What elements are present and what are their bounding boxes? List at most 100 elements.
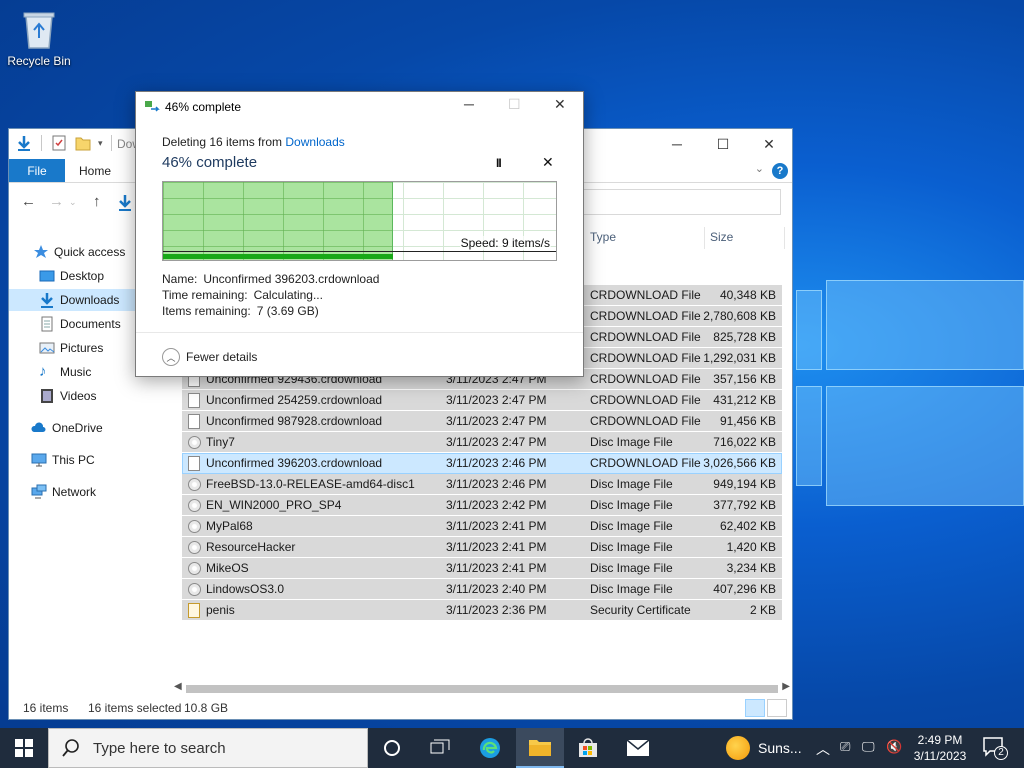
name-label: Name: — [162, 272, 198, 286]
disc-image-icon — [188, 541, 201, 554]
windows-logo-icon — [15, 739, 33, 757]
task-view-icon[interactable] — [416, 728, 464, 768]
file-date: 3/11/2023 2:40 PM — [446, 582, 547, 596]
large-icons-view-icon[interactable] — [767, 699, 787, 717]
close-button[interactable]: ✕ — [554, 96, 566, 113]
file-name: LindowsOS3.0 — [206, 582, 285, 596]
sidebar-item-videos[interactable]: Videos — [9, 385, 169, 407]
table-row[interactable]: MikeOS 3/11/2023 2:41 PM Disc Image File 3,… — [182, 558, 782, 579]
forward-arrow-icon[interactable]: → — [49, 193, 64, 210]
download-icon — [39, 292, 55, 308]
edge-browser-icon[interactable] — [466, 728, 514, 768]
table-row[interactable]: MyPal68 3/11/2023 2:41 PM Disc Image File 6… — [182, 516, 782, 537]
sidebar-item-this-pc[interactable]: This PC — [9, 449, 169, 471]
clock-date: 3/11/2023 — [913, 749, 967, 763]
file-date: 3/11/2023 2:47 PM — [446, 414, 547, 428]
clock[interactable]: 2:49 PM 3/11/2023 — [900, 732, 980, 764]
quick-access-toolbar: ▾ — [15, 134, 114, 152]
scrollbar-thumb[interactable] — [186, 685, 778, 693]
recycle-bin[interactable]: Recycle Bin — [6, 6, 72, 68]
file-explorer-taskbar-icon[interactable] — [516, 728, 564, 768]
status-bar: 16 items 16 items selected 10.8 GB — [9, 697, 792, 719]
column-divider[interactable] — [704, 227, 705, 249]
table-row[interactable]: FreeBSD-13.0-RELEASE-amd64-disc1 3/11/202… — [182, 474, 782, 495]
properties-icon[interactable] — [50, 134, 68, 152]
minimize-button[interactable]: ─ — [654, 129, 700, 159]
file-date: 3/11/2023 2:46 PM — [446, 477, 547, 491]
column-header-type[interactable]: Type — [590, 225, 616, 249]
file-type: Disc Image File — [590, 561, 673, 575]
delete-progress-dialog[interactable]: 46% complete ─ ☐ ✕ Deleting 16 items fro… — [135, 91, 584, 377]
tab-file[interactable]: File — [9, 159, 65, 182]
search-placeholder: Type here to search — [93, 739, 226, 757]
file-type: Disc Image File — [590, 519, 673, 533]
recent-locations-icon[interactable]: ⌄ — [69, 197, 77, 208]
file-name: MyPal68 — [206, 519, 253, 533]
details-view-icon[interactable] — [745, 699, 765, 717]
disc-image-icon — [188, 499, 201, 512]
expand-ribbon-icon[interactable]: ⌄ — [755, 162, 764, 175]
column-divider[interactable] — [784, 227, 785, 249]
network-tray-icon[interactable]: 🖵 — [862, 739, 875, 755]
cancel-operation-button[interactable]: ✕ — [542, 154, 554, 171]
weather-widget[interactable]: Suns... — [726, 728, 802, 768]
file-type: Disc Image File — [590, 498, 673, 512]
file-name: MikeOS — [206, 561, 249, 575]
time-remaining-info: Time remaining: Calculating... — [162, 288, 323, 302]
progress-fill — [163, 182, 393, 260]
meet-now-icon[interactable]: ⎚ — [840, 739, 850, 755]
table-row[interactable]: Unconfirmed 396203.crdownload 3/11/2023 2… — [182, 453, 782, 474]
maximize-button[interactable]: ☐ — [700, 129, 746, 159]
new-folder-icon[interactable] — [74, 134, 92, 152]
up-arrow-icon[interactable]: ↑ — [93, 193, 101, 210]
file-type: CRDOWNLOAD File — [590, 414, 701, 428]
file-date: 3/11/2023 2:47 PM — [446, 435, 547, 449]
table-row[interactable]: LindowsOS3.0 3/11/2023 2:40 PM Disc Image … — [182, 579, 782, 600]
documents-icon — [39, 316, 55, 332]
store-icon[interactable] — [564, 728, 612, 768]
file-type: Disc Image File — [590, 435, 673, 449]
file-size: 91,456 KB — [719, 414, 776, 428]
taskbar-search[interactable]: Type here to search — [48, 728, 368, 768]
disc-image-icon — [188, 478, 201, 491]
file-type: CRDOWNLOAD File — [590, 288, 701, 302]
qat-dropdown-icon[interactable]: ▾ — [98, 138, 103, 149]
column-header-size[interactable]: Size — [710, 225, 733, 249]
table-row[interactable]: Tiny7 3/11/2023 2:47 PM Disc Image File 716… — [182, 432, 782, 453]
source-folder-link[interactable]: Downloads — [285, 135, 344, 149]
table-row[interactable]: penis 3/11/2023 2:36 PM Security Certifica… — [182, 600, 782, 621]
scroll-right-icon[interactable]: ▶ — [782, 681, 790, 692]
close-button[interactable]: ✕ — [746, 129, 792, 159]
disc-image-icon — [188, 583, 201, 596]
table-row[interactable]: Unconfirmed 254259.crdownload 3/11/2023 2… — [182, 390, 782, 411]
file-type: Disc Image File — [590, 540, 673, 554]
clock-time: 2:49 PM — [917, 733, 963, 747]
fewer-details-button[interactable]: ︿ Fewer details — [162, 348, 257, 366]
tab-home[interactable]: Home — [65, 159, 125, 182]
sidebar-item-network[interactable]: Network — [9, 481, 169, 503]
sidebar-item-onedrive[interactable]: OneDrive — [9, 417, 169, 439]
show-hidden-icons-chevron-icon[interactable]: ︿ — [816, 739, 830, 759]
table-row[interactable]: EN_WIN2000_PRO_SP4 3/11/2023 2:42 PM Disc … — [182, 495, 782, 516]
help-icon[interactable]: ? — [772, 163, 788, 179]
file-size: 1,420 KB — [726, 540, 776, 554]
table-row[interactable]: Unconfirmed 987928.crdownload 3/11/2023 2… — [182, 411, 782, 432]
back-arrow-icon[interactable]: ← — [21, 193, 36, 210]
file-type: Disc Image File — [590, 477, 673, 491]
disc-image-icon — [188, 520, 201, 533]
downloads-location-icon — [119, 195, 131, 211]
mail-icon[interactable] — [614, 728, 662, 768]
maximize-button: ☐ — [508, 96, 521, 112]
cortana-icon[interactable] — [368, 728, 416, 768]
scroll-left-icon[interactable]: ◀ — [174, 681, 182, 692]
file-date: 3/11/2023 2:41 PM — [446, 519, 547, 533]
file-size: 825,728 KB — [713, 330, 776, 344]
action-center-icon[interactable]: 2 — [982, 736, 1008, 760]
start-button[interactable] — [0, 728, 48, 768]
table-row[interactable]: ResourceHacker 3/11/2023 2:41 PM Disc Imag… — [182, 537, 782, 558]
speed-label: Speed: 9 items/s — [459, 236, 551, 250]
horizontal-scrollbar[interactable]: ◀ ▶ — [172, 681, 792, 697]
dialog-titlebar[interactable]: 46% complete ─ ☐ ✕ — [136, 92, 583, 122]
minimize-button[interactable]: ─ — [464, 96, 474, 112]
pause-button[interactable]: II — [496, 156, 502, 170]
